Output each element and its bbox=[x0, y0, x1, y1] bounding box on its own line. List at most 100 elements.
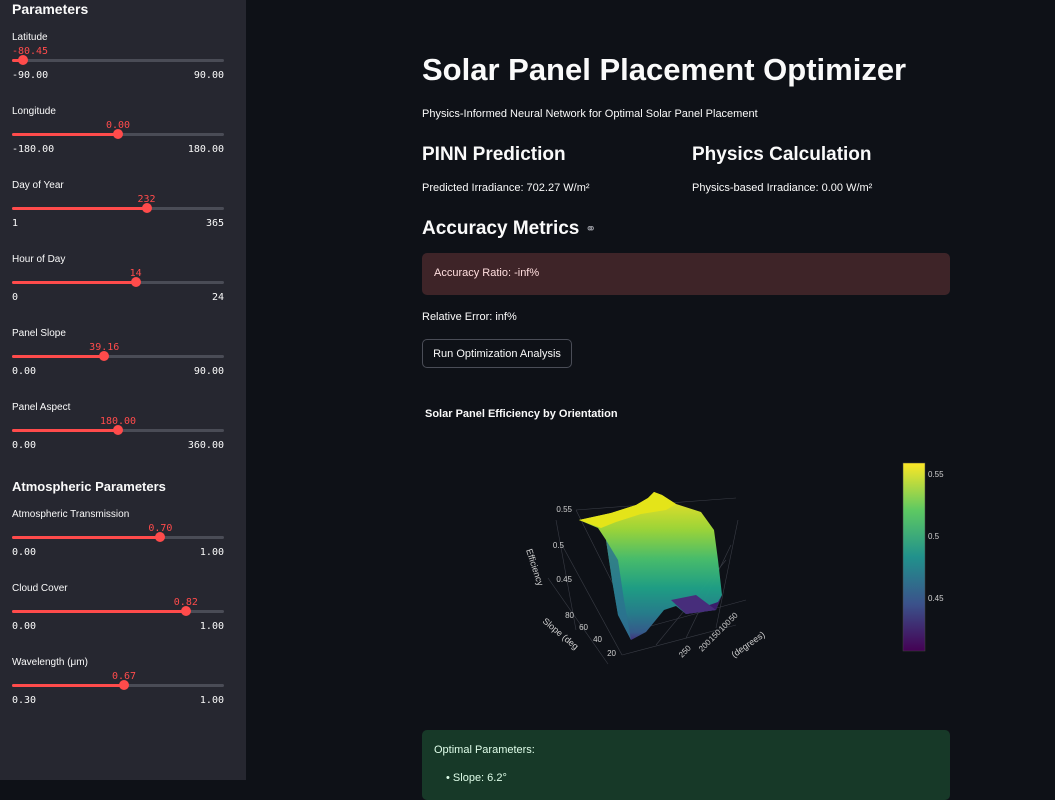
pinn-value: Predicted Irradiance: 702.27 W/m² bbox=[422, 182, 590, 194]
slider-min: 0.00 bbox=[12, 547, 37, 558]
slider-track[interactable] bbox=[12, 606, 224, 616]
slider-track[interactable] bbox=[12, 129, 224, 139]
slider-thumb[interactable] bbox=[141, 203, 152, 213]
slider-min: 0 bbox=[12, 292, 19, 303]
x-axis-label: (degrees) bbox=[729, 629, 766, 659]
slider-fill bbox=[12, 684, 125, 687]
page-title: Solar Panel Placement Optimizer bbox=[422, 52, 907, 87]
pinn-heading: PINN Prediction bbox=[422, 144, 566, 165]
y-tick-2: 40 bbox=[593, 635, 602, 644]
slider-thumb[interactable] bbox=[130, 277, 141, 287]
atmospheric-transmission-slider[interactable]: Atmospheric Transmission 0.70 0.00 1.00 bbox=[12, 509, 224, 569]
y-tick-1: 60 bbox=[579, 623, 588, 632]
link-icon[interactable]: ⚭ bbox=[585, 221, 596, 237]
optimal-slope-value: Slope: 6.2° bbox=[452, 772, 507, 784]
z-tick-0: 0.55 bbox=[556, 505, 572, 514]
slider-fill bbox=[12, 281, 136, 284]
physics-value: Physics-based Irradiance: 0.00 W/m² bbox=[692, 182, 873, 194]
colorbar bbox=[902, 462, 926, 652]
slider-thumb[interactable] bbox=[155, 532, 166, 542]
hour-of-day-slider[interactable]: Hour of Day 14 0 24 bbox=[12, 254, 224, 314]
optimal-parameters-box: Optimal Parameters: • Slope: 6.2° bbox=[422, 730, 950, 800]
slider-max: 360.00 bbox=[187, 440, 224, 451]
slider-label: Atmospheric Transmission bbox=[12, 509, 130, 520]
y-tick-0: 80 bbox=[565, 611, 574, 620]
slider-fill bbox=[12, 610, 186, 613]
accuracy-ratio-text: Accuracy Ratio: -inf% bbox=[434, 267, 540, 279]
page-subtitle: Physics-Informed Neural Network for Opti… bbox=[422, 108, 758, 120]
run-optimization-button[interactable]: Run Optimization Analysis bbox=[422, 339, 572, 368]
slider-label: Panel Aspect bbox=[12, 402, 71, 413]
optimal-slope-text: • Slope: 6.2° bbox=[446, 772, 507, 784]
slider-max: 90.00 bbox=[193, 70, 224, 81]
slider-min: 1 bbox=[12, 218, 19, 229]
slider-max: 24 bbox=[211, 292, 224, 303]
slider-fill bbox=[12, 429, 118, 432]
slider-max: 1.00 bbox=[199, 621, 224, 632]
z-tick-1: 0.5 bbox=[553, 541, 565, 550]
slider-track[interactable] bbox=[12, 680, 224, 690]
accuracy-error-box: Accuracy Ratio: -inf% bbox=[422, 253, 950, 295]
colorbar-tick-1: 0.5 bbox=[928, 532, 940, 541]
longitude-slider[interactable]: Longitude 0.00 -180.00 180.00 bbox=[12, 106, 224, 166]
sidebar-title: Parameters bbox=[12, 1, 89, 17]
relative-error-text: Relative Error: inf% bbox=[422, 311, 517, 323]
slider-label: Latitude bbox=[12, 32, 48, 43]
slider-label: Hour of Day bbox=[12, 254, 66, 265]
slider-min: -180.00 bbox=[12, 144, 55, 155]
slider-thumb[interactable] bbox=[113, 129, 123, 139]
optimal-parameters-title: Optimal Parameters: bbox=[434, 744, 535, 756]
panel-aspect-slider[interactable]: Panel Aspect 180.00 0.00 360.00 bbox=[12, 402, 224, 462]
z-tick-2: 0.45 bbox=[556, 575, 572, 584]
accuracy-heading-text: Accuracy Metrics bbox=[422, 218, 580, 239]
slider-min: 0.30 bbox=[12, 695, 37, 706]
slider-fill bbox=[12, 207, 147, 210]
slider-fill bbox=[12, 355, 105, 358]
x-tick-4: 250 bbox=[677, 643, 693, 659]
slider-max: 1.00 bbox=[199, 695, 224, 706]
slider-track[interactable] bbox=[12, 55, 224, 65]
slider-thumb[interactable] bbox=[119, 680, 130, 690]
slider-max: 180.00 bbox=[187, 144, 224, 155]
slider-max: 90.00 bbox=[193, 366, 224, 377]
slider-fill bbox=[12, 133, 118, 136]
slider-fill bbox=[12, 536, 161, 539]
slider-thumb[interactable] bbox=[18, 55, 29, 65]
slider-label: Cloud Cover bbox=[12, 583, 68, 594]
slider-min: 0.00 bbox=[12, 366, 37, 377]
slider-min: 0.00 bbox=[12, 440, 37, 451]
efficiency-surface-plot[interactable]: 0.55 0.5 0.45 Efficiency 80 60 40 20 Slo… bbox=[246, 400, 1055, 730]
slider-max: 1.00 bbox=[199, 547, 224, 558]
slider-label: Wavelength (μm) bbox=[12, 657, 88, 668]
slider-track[interactable] bbox=[12, 351, 224, 361]
z-axis-label: Efficiency bbox=[524, 548, 546, 588]
slider-track[interactable] bbox=[12, 277, 224, 287]
y-tick-3: 20 bbox=[607, 649, 616, 658]
slider-value: -80.45 bbox=[11, 46, 49, 57]
main-content: Solar Panel Placement Optimizer Physics-… bbox=[246, 0, 1055, 800]
slider-label: Longitude bbox=[12, 106, 56, 117]
colorbar-tick-2: 0.45 bbox=[928, 594, 944, 603]
slider-track[interactable] bbox=[12, 425, 224, 435]
colorbar-tick-0: 0.55 bbox=[928, 470, 944, 479]
accuracy-heading: Accuracy Metrics ⚭ bbox=[422, 218, 596, 240]
slider-label: Panel Slope bbox=[12, 328, 66, 339]
panel-slope-slider[interactable]: Panel Slope 39.16 0.00 90.00 bbox=[12, 328, 224, 388]
slider-thumb[interactable] bbox=[180, 606, 191, 616]
slider-thumb[interactable] bbox=[113, 425, 123, 435]
latitude-slider[interactable]: Latitude -80.45 -90.00 90.00 bbox=[12, 32, 224, 92]
wavelength-slider[interactable]: Wavelength (μm) 0.67 0.30 1.00 bbox=[12, 657, 224, 717]
slider-max: 365 bbox=[205, 218, 224, 229]
day-of-year-slider[interactable]: Day of Year 232 1 365 bbox=[12, 180, 224, 240]
cloud-cover-slider[interactable]: Cloud Cover 0.82 0.00 1.00 bbox=[12, 583, 224, 643]
surface-mesh bbox=[579, 492, 722, 640]
slider-thumb[interactable] bbox=[99, 351, 110, 361]
slider-track[interactable] bbox=[12, 203, 224, 213]
atmospheric-section-title: Atmospheric Parameters bbox=[12, 479, 166, 494]
slider-label: Day of Year bbox=[12, 180, 64, 191]
slider-min: -90.00 bbox=[12, 70, 49, 81]
slider-track[interactable] bbox=[12, 532, 224, 542]
sidebar: Parameters Atmospheric Parameters Latitu… bbox=[0, 0, 246, 780]
physics-heading: Physics Calculation bbox=[692, 144, 872, 165]
slider-min: 0.00 bbox=[12, 621, 37, 632]
